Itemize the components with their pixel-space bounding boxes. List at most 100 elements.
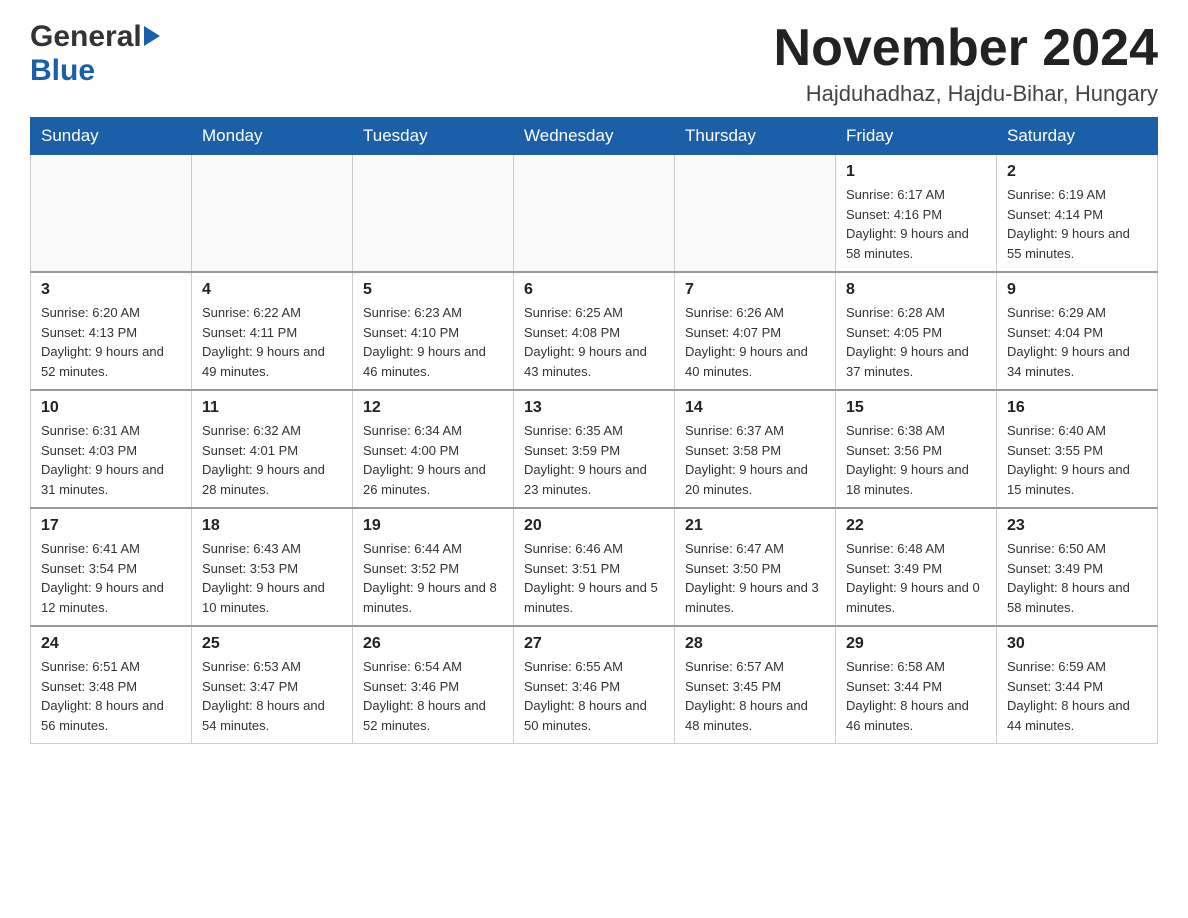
day-info: Sunrise: 6:23 AMSunset: 4:10 PMDaylight:… [363,303,503,381]
day-cell: 20 Sunrise: 6:46 AMSunset: 3:51 PMDayligh… [514,508,675,626]
day-cell: 5 Sunrise: 6:23 AMSunset: 4:10 PMDaylight… [353,272,514,390]
day-cell: 10 Sunrise: 6:31 AMSunset: 4:03 PMDayligh… [31,390,192,508]
day-info: Sunrise: 6:38 AMSunset: 3:56 PMDaylight:… [846,421,986,499]
day-info: Sunrise: 6:19 AMSunset: 4:14 PMDaylight:… [1007,185,1147,263]
day-cell: 14 Sunrise: 6:37 AMSunset: 3:58 PMDayligh… [675,390,836,508]
logo: General Blue [30,20,160,88]
day-cell: 11 Sunrise: 6:32 AMSunset: 4:01 PMDayligh… [192,390,353,508]
page-header: General Blue November 2024 Hajduhadhaz, … [30,20,1158,107]
header-tuesday: Tuesday [353,118,514,155]
day-number: 16 [1007,399,1147,417]
day-number: 11 [202,399,342,417]
header-sunday: Sunday [31,118,192,155]
day-cell: 2 Sunrise: 6:19 AMSunset: 4:14 PMDaylight… [997,155,1158,273]
day-cell [514,155,675,273]
day-info: Sunrise: 6:31 AMSunset: 4:03 PMDaylight:… [41,421,181,499]
day-info: Sunrise: 6:51 AMSunset: 3:48 PMDaylight:… [41,657,181,735]
day-number: 12 [363,399,503,417]
day-cell: 29 Sunrise: 6:58 AMSunset: 3:44 PMDayligh… [836,626,997,744]
day-number: 24 [41,635,181,653]
logo-blue-text: Blue [30,54,95,88]
day-cell: 4Sunrise: 6:22 AMSunset: 4:11 PMDaylight… [192,272,353,390]
day-info: Sunrise: 6:20 AMSunset: 4:13 PMDaylight:… [41,303,181,381]
day-number: 28 [685,635,825,653]
calendar-table: Sunday Monday Tuesday Wednesday Thursday… [30,117,1158,744]
day-cell: 1 Sunrise: 6:17 AMSunset: 4:16 PMDaylight… [836,155,997,273]
week-row-3: 10 Sunrise: 6:31 AMSunset: 4:03 PMDayligh… [31,390,1158,508]
day-info: Sunrise: 6:55 AMSunset: 3:46 PMDaylight:… [524,657,664,735]
day-info: Sunrise: 6:26 AMSunset: 4:07 PMDaylight:… [685,303,825,381]
day-info: Sunrise: 6:59 AMSunset: 3:44 PMDaylight:… [1007,657,1147,735]
day-cell: 19 Sunrise: 6:44 AMSunset: 3:52 PMDayligh… [353,508,514,626]
day-cell: 7 Sunrise: 6:26 AMSunset: 4:07 PMDaylight… [675,272,836,390]
day-number: 20 [524,517,664,535]
day-cell: 23 Sunrise: 6:50 AMSunset: 3:49 PMDayligh… [997,508,1158,626]
day-cell: 28 Sunrise: 6:57 AMSunset: 3:45 PMDayligh… [675,626,836,744]
day-cell: 25 Sunrise: 6:53 AMSunset: 3:47 PMDayligh… [192,626,353,744]
day-info: Sunrise: 6:22 AMSunset: 4:11 PMDaylight:… [202,303,342,381]
day-number: 29 [846,635,986,653]
day-cell [192,155,353,273]
day-info: Sunrise: 6:46 AMSunset: 3:51 PMDaylight:… [524,539,664,617]
day-info: Sunrise: 6:43 AMSunset: 3:53 PMDaylight:… [202,539,342,617]
day-info: Sunrise: 6:58 AMSunset: 3:44 PMDaylight:… [846,657,986,735]
header-wednesday: Wednesday [514,118,675,155]
day-info: Sunrise: 6:28 AMSunset: 4:05 PMDaylight:… [846,303,986,381]
day-cell: 15 Sunrise: 6:38 AMSunset: 3:56 PMDayligh… [836,390,997,508]
day-cell [675,155,836,273]
header-friday: Friday [836,118,997,155]
day-number: 14 [685,399,825,417]
weekday-header-row: Sunday Monday Tuesday Wednesday Thursday… [31,118,1158,155]
day-number: 30 [1007,635,1147,653]
day-number: 9 [1007,281,1147,299]
day-cell [31,155,192,273]
day-info: Sunrise: 6:53 AMSunset: 3:47 PMDaylight:… [202,657,342,735]
day-cell: 9 Sunrise: 6:29 AMSunset: 4:04 PMDaylight… [997,272,1158,390]
week-row-1: 1 Sunrise: 6:17 AMSunset: 4:16 PMDaylight… [31,155,1158,273]
day-cell: 16 Sunrise: 6:40 AMSunset: 3:55 PMDayligh… [997,390,1158,508]
day-info: Sunrise: 6:32 AMSunset: 4:01 PMDaylight:… [202,421,342,499]
day-number: 22 [846,517,986,535]
day-number: 21 [685,517,825,535]
day-info: Sunrise: 6:34 AMSunset: 4:00 PMDaylight:… [363,421,503,499]
day-info: Sunrise: 6:50 AMSunset: 3:49 PMDaylight:… [1007,539,1147,617]
day-cell: 18Sunrise: 6:43 AMSunset: 3:53 PMDayligh… [192,508,353,626]
day-number: 7 [685,281,825,299]
day-cell [353,155,514,273]
day-info: Sunrise: 6:47 AMSunset: 3:50 PMDaylight:… [685,539,825,617]
day-info: Sunrise: 6:29 AMSunset: 4:04 PMDaylight:… [1007,303,1147,381]
day-info: Sunrise: 6:37 AMSunset: 3:58 PMDaylight:… [685,421,825,499]
day-number: 5 [363,281,503,299]
day-number: 25 [202,635,342,653]
day-number: 19 [363,517,503,535]
day-cell: 26Sunrise: 6:54 AMSunset: 3:46 PMDayligh… [353,626,514,744]
day-cell: 6Sunrise: 6:25 AMSunset: 4:08 PMDaylight… [514,272,675,390]
week-row-4: 17Sunrise: 6:41 AMSunset: 3:54 PMDayligh… [31,508,1158,626]
day-number: 13 [524,399,664,417]
day-cell: 21 Sunrise: 6:47 AMSunset: 3:50 PMDayligh… [675,508,836,626]
day-number: 15 [846,399,986,417]
day-number: 3 [41,281,181,299]
week-row-5: 24 Sunrise: 6:51 AMSunset: 3:48 PMDayligh… [31,626,1158,744]
day-info: Sunrise: 6:25 AMSunset: 4:08 PMDaylight:… [524,303,664,381]
day-cell: 30 Sunrise: 6:59 AMSunset: 3:44 PMDayligh… [997,626,1158,744]
day-info: Sunrise: 6:44 AMSunset: 3:52 PMDaylight:… [363,539,503,617]
day-number: 1 [846,163,986,181]
day-number: 2 [1007,163,1147,181]
day-cell: 24 Sunrise: 6:51 AMSunset: 3:48 PMDayligh… [31,626,192,744]
day-info: Sunrise: 6:40 AMSunset: 3:55 PMDaylight:… [1007,421,1147,499]
logo-arrow-icon [144,26,160,46]
day-info: Sunrise: 6:35 AMSunset: 3:59 PMDaylight:… [524,421,664,499]
day-number: 10 [41,399,181,417]
logo-general-text: General [30,20,142,54]
day-cell: 13 Sunrise: 6:35 AMSunset: 3:59 PMDayligh… [514,390,675,508]
day-info: Sunrise: 6:17 AMSunset: 4:16 PMDaylight:… [846,185,986,263]
day-number: 23 [1007,517,1147,535]
day-info: Sunrise: 6:57 AMSunset: 3:45 PMDaylight:… [685,657,825,735]
header-thursday: Thursday [675,118,836,155]
day-number: 27 [524,635,664,653]
month-title: November 2024 [774,20,1158,77]
location-text: Hajduhadhaz, Hajdu-Bihar, Hungary [774,81,1158,107]
day-number: 8 [846,281,986,299]
header-saturday: Saturday [997,118,1158,155]
